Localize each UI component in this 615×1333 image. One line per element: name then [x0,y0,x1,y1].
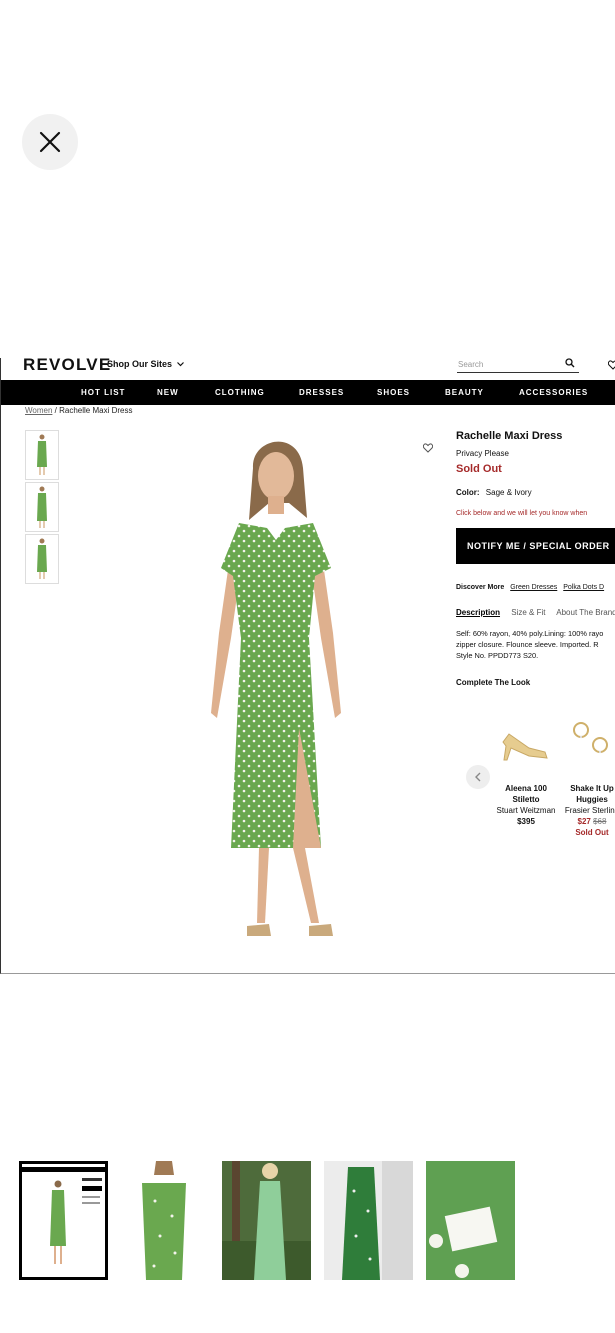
tab-about-brand[interactable]: About The Brand [556,608,615,617]
description-line: Self: 60% rayon, 40% poly.Lining: 100% r… [456,629,604,638]
description-line: zipper closure. Flounce sleeve. Imported… [456,640,599,649]
search-icon[interactable] [565,358,575,368]
sandal-image[interactable] [499,724,553,764]
photo-thumbnail-outdoor[interactable] [222,1161,311,1280]
dress-thumbnail-image [37,434,47,475]
rec-price: $395 [517,817,535,826]
product-details: Rachelle Maxi Dress Privacy Please Sold … [456,430,615,687]
nav-new[interactable]: NEW [157,388,179,397]
description-line: Style No. PPDD773 S20. [456,651,539,660]
stock-status: Sold Out [456,463,502,475]
rec-name-line: Stiletto [512,795,540,804]
dress-thumbnail-image [37,486,47,528]
listing-screenshot-thumbnail [22,1164,105,1277]
discover-label: Discover More [456,584,505,591]
hanging-dress-photo [324,1161,413,1280]
dress-back-photo [120,1161,209,1280]
breadcrumb-current: Rachelle Maxi Dress [59,406,133,415]
color-label: Color: [456,488,480,497]
rec-brand: Frasier Sterling [564,806,615,815]
outdoor-photo [222,1161,311,1280]
search-input[interactable]: Search [457,358,579,373]
product-tabs: Description Size & Fit About The Brand [456,608,615,617]
product-thumbnails [25,430,59,586]
color-row: Color: Sage & Ivory [456,488,532,497]
product-description: Self: 60% rayon, 40% poly.Lining: 100% r… [456,628,603,661]
product-brand[interactable]: Privacy Please [456,449,509,458]
product-title: Rachelle Maxi Dress [456,430,563,442]
rec-status: Sold Out [575,828,609,837]
color-value: Sage & Ivory [485,488,532,497]
nav-dresses[interactable]: DRESSES [299,388,344,397]
chevron-down-icon [176,362,184,367]
main-nav: HOT LIST NEW CLOTHING DRESSES SHOES BEAU… [1,380,615,405]
notify-notice: Click below and we will let you know whe… [456,510,588,517]
rec-brand: Stuart Weitzman [496,806,556,815]
chevron-left-icon [475,772,481,782]
recommendation-item[interactable]: Shake It Up Huggies Frasier Sterling $27… [562,783,615,838]
site-logo[interactable]: REVOLVE [23,358,111,375]
discover-more: Discover More Green Dresses Polka Dots D [456,584,604,591]
nav-shoes[interactable]: SHOES [377,388,410,397]
product-main-image[interactable] [181,428,371,968]
breadcrumb-separator: / [54,406,57,415]
wishlist-heart-icon[interactable] [423,443,433,453]
nav-hot-list[interactable]: HOT LIST [81,388,125,397]
product-page-screenshot: REVOLVE Shop Our Sites Search HOT LIST N… [0,358,615,974]
wishlist-icon[interactable] [608,360,615,370]
breadcrumb-women[interactable]: Women [25,406,52,415]
dress-thumbnail-image [37,538,47,579]
photo-thumbnail-strip [0,1161,615,1281]
thumbnail-back[interactable] [25,482,59,532]
discover-link-polka-dots[interactable]: Polka Dots D [563,584,604,591]
carousel-prev-button[interactable] [466,765,490,789]
tab-size-fit[interactable]: Size & Fit [511,608,545,617]
thumbnail-front[interactable] [25,430,59,480]
photo-thumbnail-back[interactable] [120,1161,209,1280]
photo-thumbnail-label[interactable] [426,1161,515,1280]
notify-me-button[interactable]: NOTIFY ME / SPECIAL ORDER [456,528,615,564]
close-button[interactable] [22,114,78,170]
search-placeholder: Search [458,360,484,369]
photo-thumbnail-hanging[interactable] [324,1161,413,1280]
thumbnail-side[interactable] [25,534,59,584]
nav-clothing[interactable]: CLOTHING [215,388,265,397]
rec-name-line: Huggies [576,795,608,804]
recommendation-item[interactable]: Aleena 100 Stiletto Stuart Weitzman $395 [496,783,556,827]
rec-price-row: $27 $68 [562,816,615,827]
shop-sites-dropdown[interactable]: Shop Our Sites [107,359,184,369]
complete-the-look-heading: Complete The Look [456,678,531,687]
rec-name-line: Aleena 100 [505,784,547,793]
rec-sale-price: $27 [577,817,591,826]
nav-accessories[interactable]: ACCESSORIES [519,388,588,397]
photo-thumbnail-selected[interactable] [19,1161,108,1280]
site-header: REVOLVE Shop Our Sites Search [1,358,615,380]
breadcrumb: Women / Rachelle Maxi Dress [25,406,132,415]
tab-description[interactable]: Description [456,608,500,617]
nav-beauty[interactable]: BEAUTY [445,388,484,397]
rec-old-price: $68 [593,817,607,826]
shop-sites-label: Shop Our Sites [107,359,173,369]
discover-link-green-dresses[interactable]: Green Dresses [510,584,557,591]
dress-label-photo [426,1161,515,1280]
close-icon [39,131,61,153]
rec-name-line: Shake It Up [570,784,614,793]
earrings-image[interactable] [569,718,613,758]
